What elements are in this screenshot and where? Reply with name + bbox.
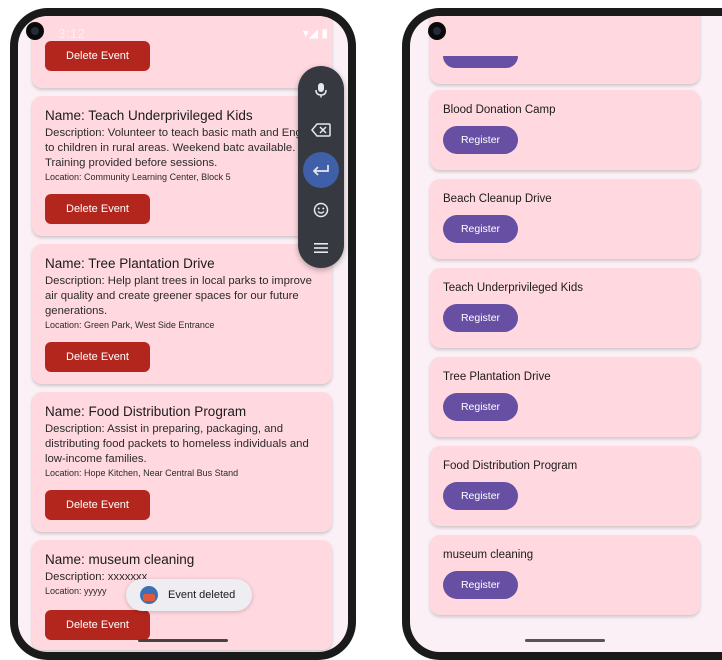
delete-event-button[interactable]: Delete Event: [45, 609, 150, 640]
status-bar: 3:12 ▾◢ ▮: [18, 24, 348, 42]
toast: Event deleted: [126, 579, 252, 611]
register-button[interactable]: Register: [443, 215, 518, 243]
right-phone-frame: Blood Donation Camp Register Beach Clean…: [402, 8, 722, 660]
keyboard-toolbar: [298, 66, 344, 268]
right-screen: Blood Donation Camp Register Beach Clean…: [410, 16, 722, 652]
event-location: Location: Green Park, West Side Entrance: [45, 319, 215, 330]
event-location: Location: Community Learning Center, Blo…: [45, 171, 231, 182]
register-button[interactable]: Register: [443, 304, 518, 332]
menu-icon[interactable]: [303, 230, 339, 266]
toast-text: Event deleted: [168, 589, 236, 601]
event-card: Teach Underprivileged Kids Register: [430, 268, 700, 348]
event-card: Tree Plantation Drive Register: [430, 357, 700, 437]
register-button[interactable]: Register: [443, 571, 518, 599]
backspace-icon[interactable]: [303, 112, 339, 148]
app-icon: [140, 586, 158, 604]
event-title: Beach Cleanup Drive: [443, 193, 552, 205]
mic-icon[interactable]: [303, 72, 339, 108]
event-card: Blood Donation Camp Register: [430, 90, 700, 170]
status-time: 3:12: [58, 26, 86, 41]
register-button[interactable]: Register: [443, 393, 518, 421]
event-title: Teach Underprivileged Kids: [443, 282, 583, 294]
event-title: Tree Plantation Drive: [443, 371, 551, 383]
delete-event-button[interactable]: Delete Event: [45, 193, 150, 224]
event-description: Description: Help plant trees in local p…: [45, 275, 312, 317]
event-location: Location: Hope Kitchen, Near Central Bus…: [45, 467, 239, 478]
register-button[interactable]: Register: [443, 126, 518, 154]
camera-icon: [428, 22, 446, 40]
event-description: Description: Assist in preparing, packag…: [45, 423, 309, 465]
event-name: Name: Food Distribution Program: [45, 404, 247, 419]
event-card: Name: Tree Plantation Drive Description:…: [32, 244, 332, 384]
event-name: Name: museum cleaning: [45, 552, 195, 567]
event-name: Name: Teach Underprivileged Kids: [45, 108, 253, 123]
event-title: Blood Donation Camp: [443, 104, 556, 116]
delete-event-button[interactable]: Delete Event: [45, 341, 150, 372]
event-title: Food Distribution Program: [443, 460, 578, 472]
home-indicator[interactable]: [525, 639, 605, 642]
camera-icon: [26, 22, 44, 40]
status-icons: ▾◢ ▮: [302, 26, 328, 40]
register-button-partial[interactable]: [443, 56, 518, 68]
emoji-icon[interactable]: [303, 192, 339, 228]
delete-event-button[interactable]: Delete Event: [45, 489, 150, 520]
left-screen: 3:12 ▾◢ ▮ Delete Event Name: Teach Under…: [18, 16, 348, 652]
event-card: Name: Teach Underprivileged Kids Descrip…: [32, 96, 332, 236]
home-indicator[interactable]: [138, 639, 228, 642]
event-name: Name: Tree Plantation Drive: [45, 256, 215, 271]
event-card-partial: [430, 16, 700, 84]
event-card: Food Distribution Program Register: [430, 446, 700, 526]
event-card: museum cleaning Register: [430, 535, 700, 615]
register-button[interactable]: Register: [443, 482, 518, 510]
event-title: museum cleaning: [443, 549, 534, 561]
left-phone-frame: 3:12 ▾◢ ▮ Delete Event Name: Teach Under…: [10, 8, 356, 660]
enter-icon[interactable]: [303, 152, 339, 188]
event-description: Description: Volunteer to teach basic ma…: [45, 127, 319, 169]
event-card: Name: Food Distribution Program Descript…: [32, 392, 332, 532]
event-card: Beach Cleanup Drive Register: [430, 179, 700, 259]
delete-event-button[interactable]: Delete Event: [45, 41, 150, 71]
